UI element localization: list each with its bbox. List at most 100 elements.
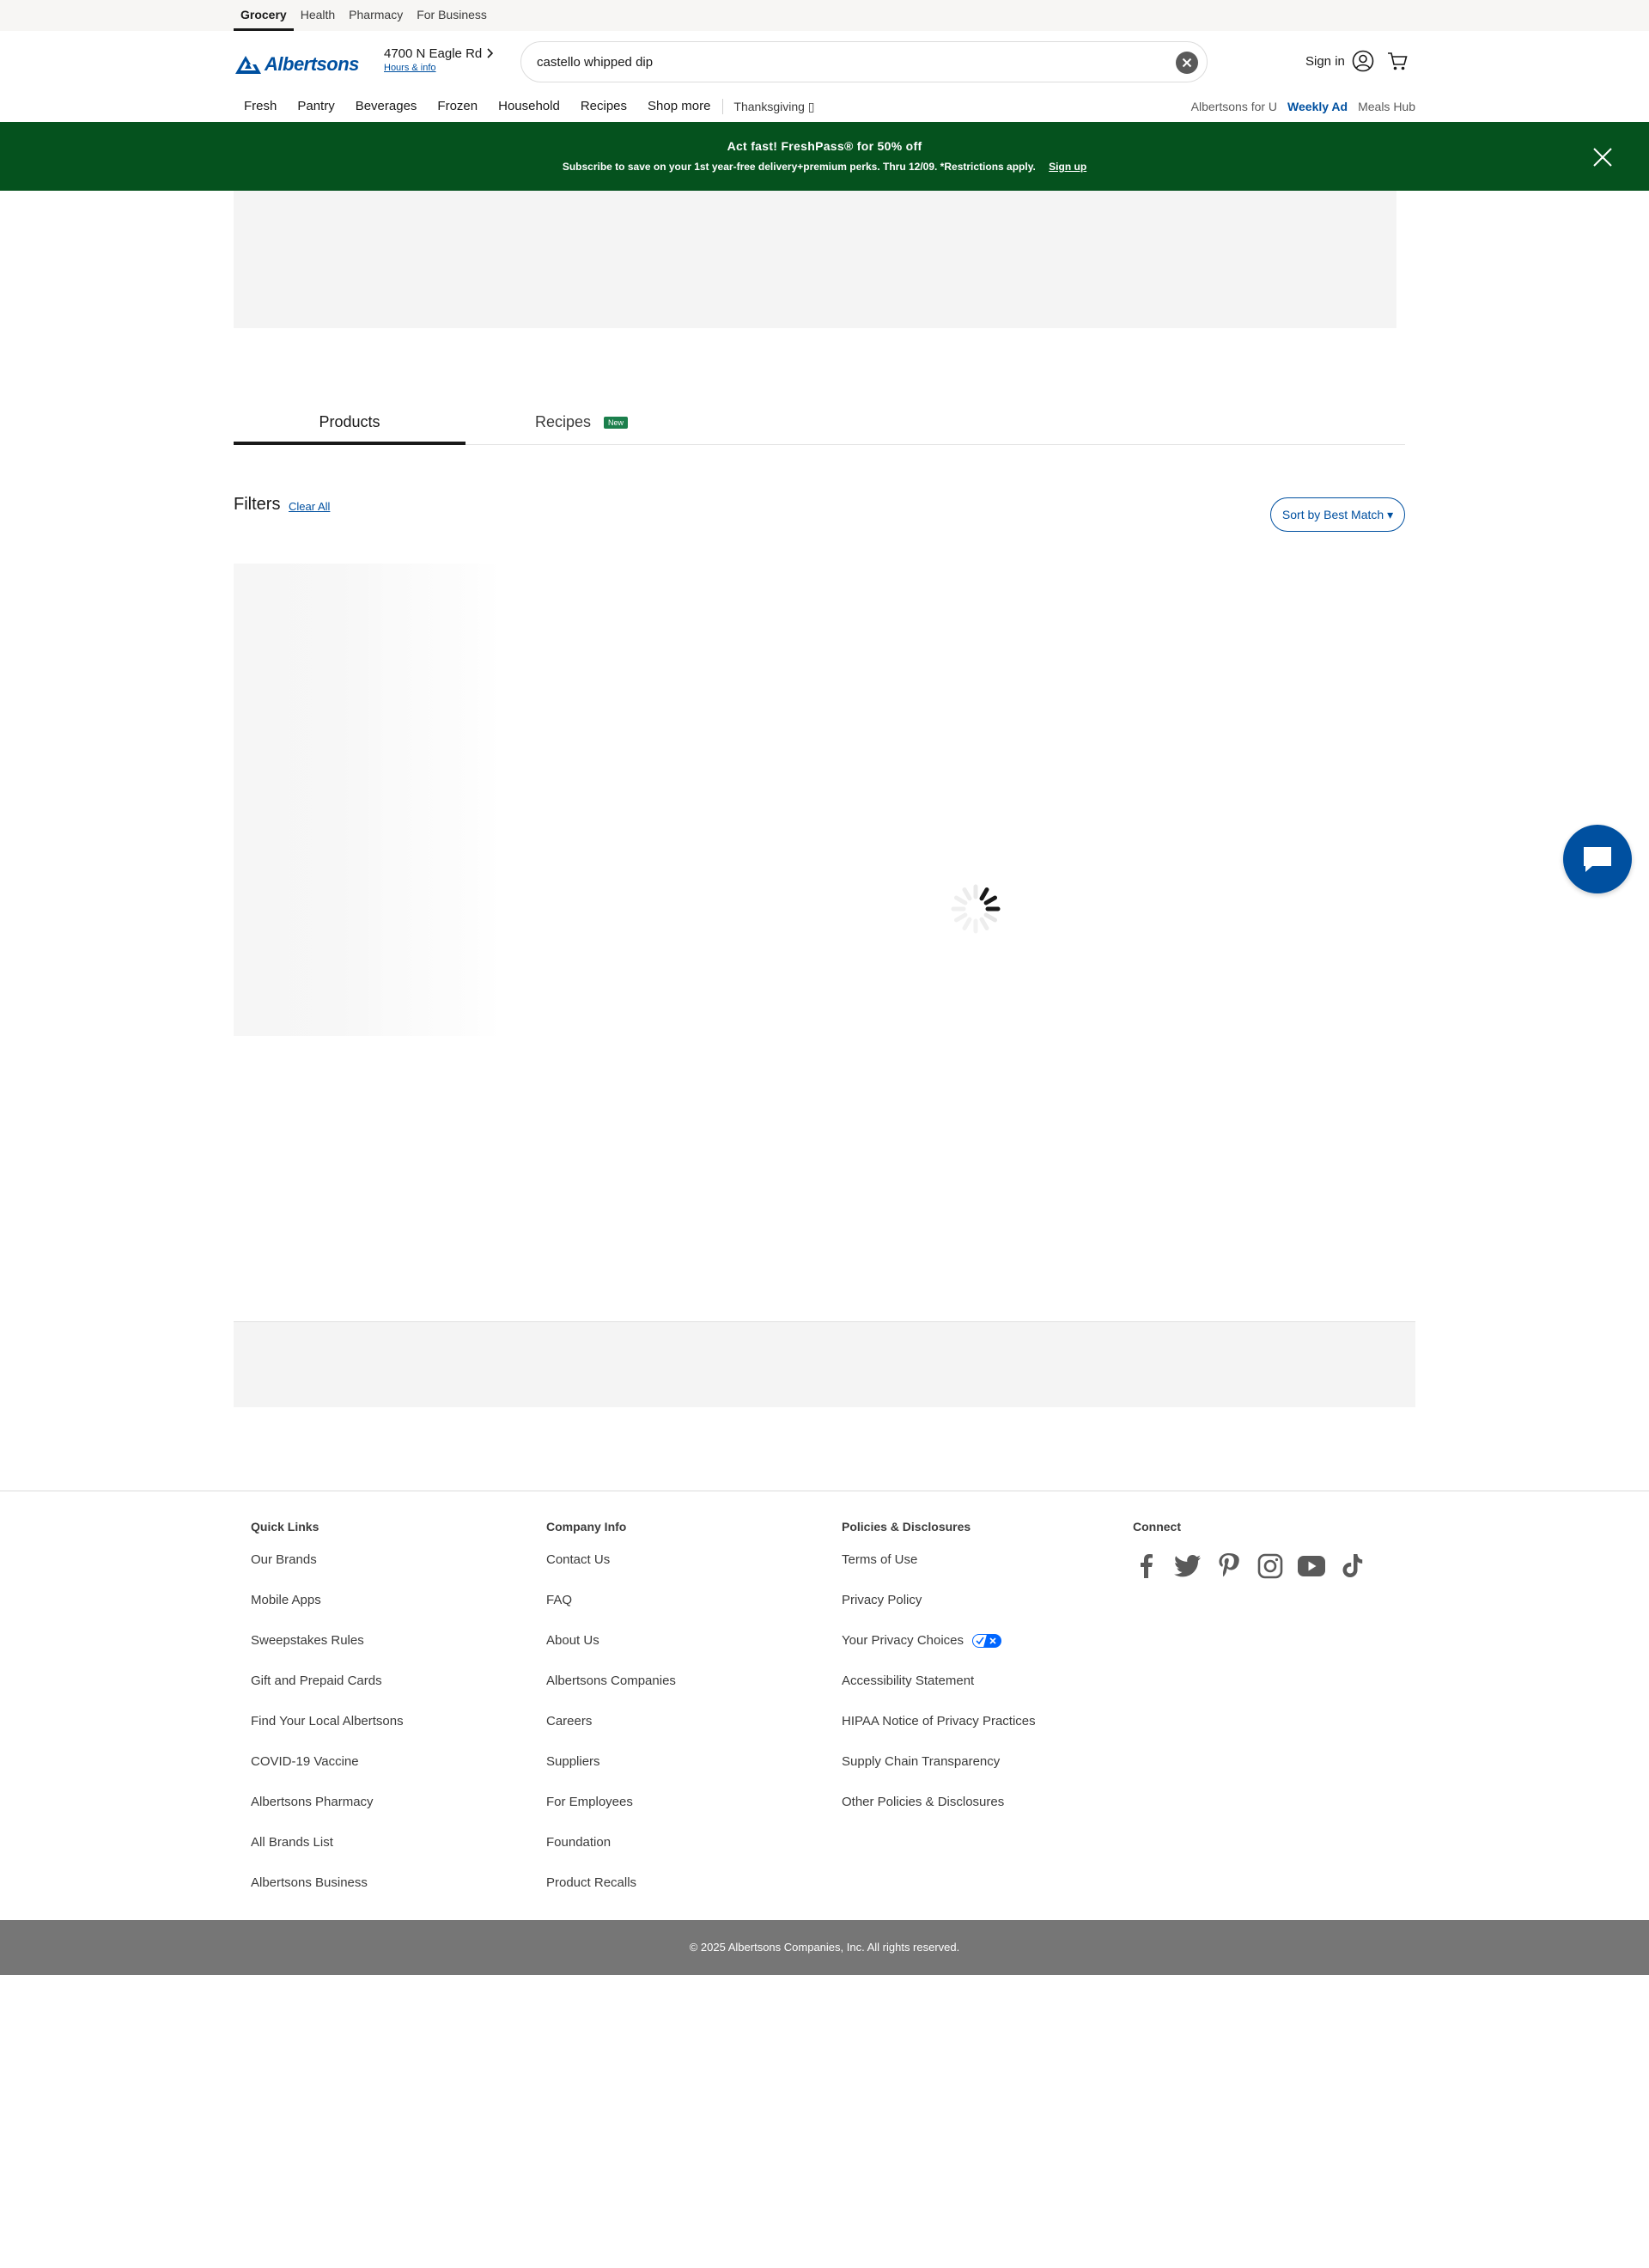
copyright-bar: © 2025 Albertsons Companies, Inc. All ri… xyxy=(0,1920,1649,1975)
footer-policies: Policies & Disclosures Terms of Use Priv… xyxy=(842,1520,1036,1835)
close-icon xyxy=(1182,58,1192,68)
footer-link[interactable]: Other Policies & Disclosures xyxy=(842,1795,1036,1835)
footer-heading-company-info: Company Info xyxy=(546,1520,627,1533)
nav-item-frozen[interactable]: Frozen xyxy=(437,98,478,115)
utility-tab-for-business[interactable]: For Business xyxy=(410,0,494,31)
footer-link[interactable]: Accessibility Statement xyxy=(842,1674,1036,1714)
nav-right-links: Albertsons for U Weekly Ad Meals Hub xyxy=(1181,98,1415,115)
hero-placeholder xyxy=(234,191,1396,328)
nav-item-recipes[interactable]: Recipes xyxy=(581,98,627,115)
footer-link[interactable]: Product Recalls xyxy=(546,1875,676,1916)
filter-panel-skeleton xyxy=(234,564,500,1036)
chat-icon xyxy=(1584,847,1611,872)
footer-link[interactable]: About Us xyxy=(546,1633,676,1674)
footer-link[interactable]: For Employees xyxy=(546,1795,676,1835)
hours-info-link[interactable]: Hours & info xyxy=(384,63,494,73)
footer-link[interactable]: Find Your Local Albertsons xyxy=(251,1714,404,1754)
loading-spinner-icon xyxy=(951,884,1001,934)
banner-signup-link[interactable]: Sign up xyxy=(1049,161,1086,173)
nav-item-fresh[interactable]: Fresh xyxy=(244,98,277,115)
account-icon xyxy=(1352,50,1374,72)
footer-link[interactable]: Foundation xyxy=(546,1835,676,1875)
privacy-choices-label: Your Privacy Choices xyxy=(842,1633,964,1648)
footer-link[interactable]: Our Brands xyxy=(251,1552,404,1593)
footer-placeholder xyxy=(234,1321,1415,1407)
nav-link-albertsons-for-u[interactable]: Albertsons for U xyxy=(1191,98,1277,115)
twitter-icon[interactable] xyxy=(1174,1552,1202,1580)
sign-in-label: Sign in xyxy=(1305,53,1345,69)
tab-products[interactable]: Products xyxy=(234,404,465,445)
tiktok-icon[interactable] xyxy=(1339,1552,1366,1580)
sign-in-button[interactable]: Sign in xyxy=(1305,50,1374,72)
albertsons-logo[interactable]: Albertsons xyxy=(234,52,359,77)
footer-link[interactable]: Albertsons Business xyxy=(251,1875,404,1916)
cart-icon xyxy=(1388,52,1408,70)
filters-title: Filters xyxy=(234,495,281,514)
main-nav: Fresh Pantry Beverages Frozen Household … xyxy=(234,98,1415,115)
tab-products-label: Products xyxy=(319,413,380,430)
clear-all-link[interactable]: Clear All xyxy=(289,500,330,513)
footer-link[interactable]: COVID-19 Vaccine xyxy=(251,1754,404,1795)
logo-text: Albertsons xyxy=(265,53,359,75)
youtube-icon[interactable] xyxy=(1298,1552,1325,1580)
store-address-label: 4700 N Eagle Rd xyxy=(384,46,483,61)
footer-heading-connect: Connect xyxy=(1133,1520,1181,1533)
nav-categories: Fresh Pantry Beverages Frozen Household … xyxy=(234,98,836,115)
footer-link[interactable]: All Brands List xyxy=(251,1835,404,1875)
facebook-icon[interactable] xyxy=(1133,1552,1160,1580)
footer-connect: Connect xyxy=(1133,1520,1380,1580)
footer-link[interactable]: Albertsons Companies xyxy=(546,1674,676,1714)
utility-tab-grocery[interactable]: Grocery xyxy=(234,0,294,31)
utility-tabs: Grocery Health Pharmacy For Business xyxy=(234,0,494,31)
footer-link[interactable]: Careers xyxy=(546,1714,676,1754)
nav-item-household[interactable]: Household xyxy=(498,98,560,115)
banner-title: Act fast! FreshPass® for 50% off xyxy=(727,139,922,153)
store-address[interactable]: 4700 N Eagle Rd xyxy=(384,46,494,61)
footer-heading-policies: Policies & Disclosures xyxy=(842,1520,971,1533)
chat-button[interactable] xyxy=(1563,825,1632,893)
cart-button[interactable] xyxy=(1386,50,1409,76)
banner-close-button[interactable] xyxy=(1591,146,1614,168)
nav-item-beverages[interactable]: Beverages xyxy=(356,98,417,115)
utility-tab-health[interactable]: Health xyxy=(294,0,342,31)
footer-link[interactable]: Terms of Use xyxy=(842,1552,1036,1593)
nav-item-shop-more[interactable]: Shop more xyxy=(648,98,710,115)
nav-link-weekly-ad[interactable]: Weekly Ad xyxy=(1287,98,1348,115)
nav-divider xyxy=(722,99,724,114)
clear-search-button[interactable] xyxy=(1176,52,1198,74)
close-icon xyxy=(1593,148,1612,167)
utility-bar: Grocery Health Pharmacy For Business xyxy=(0,0,1649,31)
nav-item-pantry[interactable]: Pantry xyxy=(297,98,334,115)
footer-link[interactable]: Contact Us xyxy=(546,1552,676,1593)
social-links xyxy=(1133,1552,1380,1580)
footer-heading-quick-links: Quick Links xyxy=(251,1520,319,1533)
nav-link-meals-hub[interactable]: Meals Hub xyxy=(1358,98,1415,115)
tab-recipes[interactable]: Recipes New xyxy=(465,404,697,445)
footer-company-info: Company Info Contact Us FAQ About Us Alb… xyxy=(546,1520,676,1916)
pinterest-icon[interactable] xyxy=(1215,1552,1243,1580)
footer-link[interactable]: FAQ xyxy=(546,1593,676,1633)
search-bar xyxy=(520,41,1208,82)
result-tabs: Products Recipes New xyxy=(234,404,1405,445)
nav-item-thanksgiving[interactable]: Thanksgiving ▯ xyxy=(733,98,814,115)
footer-link[interactable]: Sweepstakes Rules xyxy=(251,1633,404,1674)
utility-tab-pharmacy[interactable]: Pharmacy xyxy=(342,0,410,31)
banner-subtitle: Subscribe to save on your 1st year-free … xyxy=(0,161,1649,173)
footer-link-privacy-choices[interactable]: Your Privacy Choices xyxy=(842,1633,1036,1674)
banner-subtitle-text: Subscribe to save on your 1st year-free … xyxy=(562,161,1036,173)
footer-link[interactable]: Albertsons Pharmacy xyxy=(251,1795,404,1835)
footer-link[interactable]: Suppliers xyxy=(546,1754,676,1795)
new-badge: New xyxy=(604,417,629,430)
store-selector[interactable]: 4700 N Eagle Rd Hours & info xyxy=(384,46,494,73)
privacy-choices-icon xyxy=(972,1634,1002,1649)
search-input[interactable] xyxy=(537,42,1138,82)
footer-link[interactable]: Mobile Apps xyxy=(251,1593,404,1633)
footer-link[interactable]: Privacy Policy xyxy=(842,1593,1036,1633)
chevron-right-icon xyxy=(487,47,494,61)
footer-link[interactable]: Gift and Prepaid Cards xyxy=(251,1674,404,1714)
instagram-icon[interactable] xyxy=(1257,1552,1284,1580)
footer-link[interactable]: Supply Chain Transparency xyxy=(842,1754,1036,1795)
sort-dropdown[interactable]: Sort by Best Match ▾ xyxy=(1270,497,1405,532)
footer-link[interactable]: HIPAA Notice of Privacy Practices xyxy=(842,1714,1036,1754)
logo-mark-icon xyxy=(235,56,261,74)
